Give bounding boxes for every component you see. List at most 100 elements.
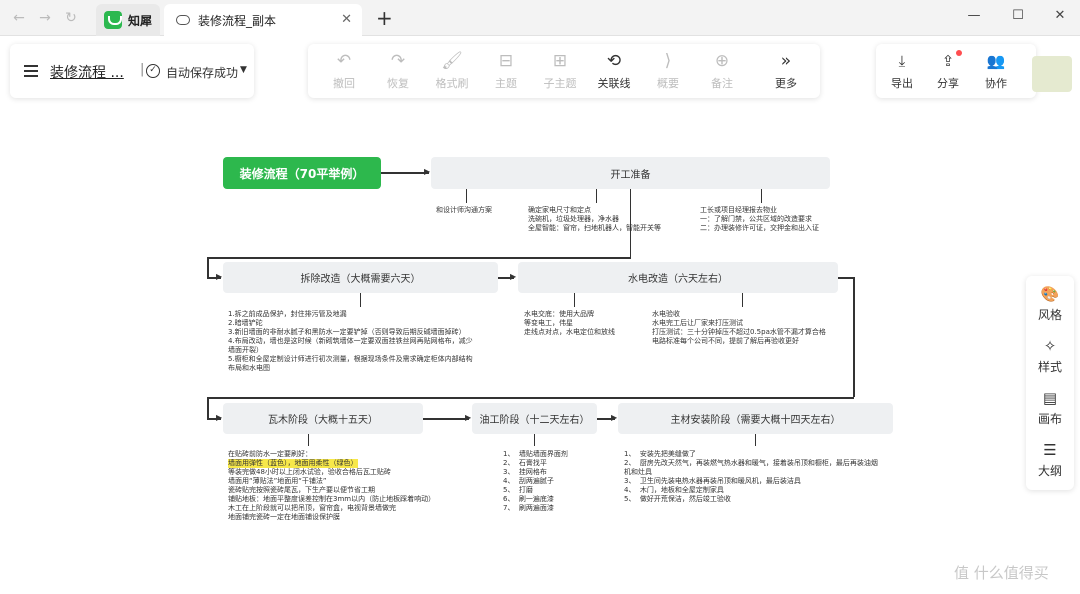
note-demolition[interactable]: 1.拆之前成品保护，封住排污管及地漏 2.暗墙铲砣 3.新旧墙面的非耐水腻子和黑…: [228, 310, 473, 373]
more-icon: »: [780, 51, 792, 71]
connector-line: [381, 172, 429, 174]
note-property[interactable]: 工长或项目经理报去物业 一：了解门禁，公共区域的改造要求 二：办理装修许可证，交…: [700, 206, 819, 233]
notification-dot: [956, 50, 962, 56]
new-tab-button[interactable]: +: [376, 6, 393, 30]
root-node[interactable]: 装修流程（70平举例）: [223, 157, 381, 189]
document-header: 装修流程 ... | ✓ 自动保存成功 ▼: [10, 44, 254, 98]
document-title[interactable]: 装修流程 ...: [50, 62, 124, 82]
collaborate-icon: 👥: [986, 52, 1006, 70]
topic-label: 主题: [495, 77, 517, 90]
note-tile-intro[interactable]: 在贴砖前防水一定要刷好：: [228, 450, 312, 459]
note-stem: [466, 189, 467, 203]
undo-icon: ↶: [336, 51, 352, 71]
tab-close-icon[interactable]: ✕: [341, 12, 352, 27]
connector-line: [853, 277, 855, 397]
app-name: 知犀: [128, 13, 153, 28]
summary-label: 概要: [657, 77, 679, 90]
subtopic-label: 子主题: [543, 77, 577, 90]
note-painting[interactable]: 1、 墙贴墙面界面剂 2、 石膏找平 3、 挂网格布 4、 刮两遍腻子 5、 打…: [503, 450, 568, 513]
note-stem: [761, 189, 762, 203]
outline-icon: ☰: [1043, 441, 1057, 459]
topic-icon: ⊟: [498, 51, 514, 71]
connector-line: [838, 277, 854, 279]
collaborate-button[interactable]: 👥 协作: [976, 50, 1016, 91]
format-painter-icon: 🖌: [441, 51, 463, 71]
node-painting[interactable]: 油工阶段（十二天左右）: [472, 403, 597, 434]
arrow-icon: ▶: [424, 167, 431, 176]
note-stem: [596, 189, 597, 203]
style-button[interactable]: ✧ 样式: [1026, 336, 1074, 375]
summary-button[interactable]: ⟩ 概要: [642, 50, 694, 94]
forward-icon[interactable]: →: [36, 9, 54, 27]
more-label: 更多: [775, 77, 797, 90]
tab-document-title: 装修流程_副本: [198, 13, 277, 28]
redo-button[interactable]: ↷ 恢复: [372, 50, 424, 94]
relation-line-button[interactable]: ⟲ 关联线: [588, 50, 640, 94]
topic-button[interactable]: ⊟ 主题: [480, 50, 532, 94]
note-main-install[interactable]: 1、 安装先把美缝做了 2、 厨房先改天然气，再装燃气热水器和暖气，接着装吊顶和…: [624, 450, 878, 504]
note-button[interactable]: ⊕ 备注: [696, 50, 748, 94]
subtopic-button[interactable]: ⊞ 子主题: [534, 50, 586, 94]
note-tile-highlight[interactable]: 墙面用弹性（蓝色），地面用柔性（绿色）: [228, 459, 358, 468]
node-demolition[interactable]: 拆除改造（大概需要六天）: [223, 262, 498, 293]
note-tile-wood[interactable]: 等装完做48小时以上闭水试验，验收合格后瓦工贴砖 墙面用“薄贴法”地面用“干铺法…: [228, 468, 435, 522]
app-logo-icon: [104, 11, 122, 29]
note-plumbing-1[interactable]: 水电交底：使用大品牌 等变电工，伟星 走线点对点，水电定位和放线: [524, 310, 615, 337]
note-label: 备注: [711, 77, 733, 90]
watermark: 值 什么值得买: [954, 564, 1049, 582]
redo-label: 恢复: [387, 77, 409, 90]
avatar[interactable]: [1032, 56, 1072, 92]
reload-icon[interactable]: ↻: [62, 9, 80, 27]
note-appliances[interactable]: 确定家电尺寸和定点 洗碗机，垃圾处理器，净水器 全屋智能：窗帘，扫地机器人，智能…: [528, 206, 661, 233]
note-design[interactable]: 和设计师沟通方案: [436, 206, 492, 215]
cloud-icon: [176, 15, 190, 25]
action-panel: ⤓ 导出 ⇪ 分享 👥 协作: [876, 44, 1036, 98]
node-main-install[interactable]: 主材安装阶段（需要大概十四天左右）: [618, 403, 893, 434]
connector-line: [207, 257, 631, 259]
relation-line-icon: ⟲: [606, 51, 622, 71]
window-close-button[interactable]: ✕: [1050, 8, 1070, 23]
relation-line-label: 关联线: [597, 77, 631, 90]
maximize-button[interactable]: ☐: [1008, 8, 1028, 23]
title-bar: ← → ↻ 知犀 装修流程_副本 ✕ + — ☐ ✕: [0, 0, 1080, 36]
note-icon: ⊕: [714, 51, 730, 71]
toolbar: ↶ 撤回 ↷ 恢复 🖌 格式刷 ⊟ 主题 ⊞ 子主题 ⟲ 关联线 ⟩ 概要 ⊕ …: [308, 44, 820, 98]
note-plumbing-2[interactable]: 水电验收 水电完工后让厂家来打压测试 打压测试：三十分钟掉压不超过0.5pa水管…: [652, 310, 826, 346]
connector-line: [207, 397, 854, 399]
canvas-icon: ▤: [1042, 389, 1058, 407]
note-stem: [742, 293, 743, 307]
connector-line: [423, 418, 469, 420]
style-theme-button[interactable]: 🎨 风格: [1026, 284, 1074, 323]
undo-button[interactable]: ↶ 撤回: [318, 50, 370, 94]
node-plumbing-electric[interactable]: 水电改造（六天左右）: [518, 262, 838, 293]
separator: |: [140, 62, 145, 77]
redo-icon: ↷: [390, 51, 406, 71]
canvas-button[interactable]: ▤ 画布: [1026, 388, 1074, 427]
share-label: 分享: [937, 77, 959, 90]
menu-icon[interactable]: [24, 65, 38, 77]
export-label: 导出: [891, 77, 913, 90]
undo-label: 撤回: [333, 77, 355, 90]
arrow-icon: ▶: [216, 413, 223, 422]
subtopic-icon: ⊞: [552, 51, 568, 71]
share-button[interactable]: ⇪ 分享: [928, 50, 968, 91]
minimize-button[interactable]: —: [964, 8, 984, 23]
save-status: 自动保存成功: [166, 66, 239, 80]
palette-icon: 🎨: [1040, 285, 1060, 303]
collaborate-label: 协作: [985, 77, 1007, 90]
format-painter-label: 格式刷: [435, 77, 469, 90]
export-button[interactable]: ⤓ 导出: [882, 50, 922, 91]
tab-document[interactable]: 装修流程_副本 ✕: [164, 4, 362, 36]
outline-button[interactable]: ☰ 大纲: [1026, 440, 1074, 479]
note-stem: [574, 293, 575, 307]
side-panel: 🎨 风格 ✧ 样式 ▤ 画布 ☰ 大纲: [1026, 276, 1074, 490]
more-button[interactable]: » 更多: [760, 50, 812, 94]
format-painter-button[interactable]: 🖌 格式刷: [426, 50, 478, 94]
connector-line: [207, 397, 209, 418]
node-start-prep[interactable]: 开工准备: [431, 157, 830, 189]
chevron-down-icon[interactable]: ▼: [240, 65, 247, 75]
arrow-icon: ▶: [510, 272, 517, 281]
back-icon[interactable]: ←: [10, 9, 28, 27]
tab-app[interactable]: 知犀: [96, 4, 160, 36]
node-tile-wood[interactable]: 瓦木阶段（大概十五天）: [223, 403, 423, 434]
